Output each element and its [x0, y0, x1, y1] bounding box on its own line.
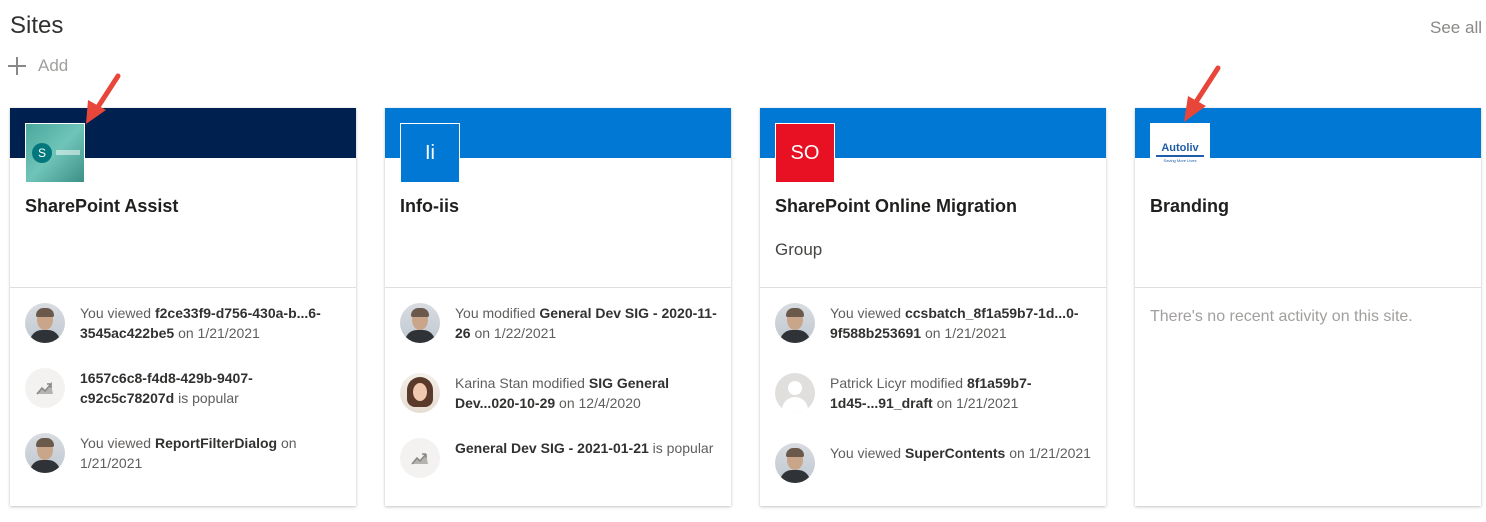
trending-icon	[400, 438, 440, 478]
empty-activity-message: There's no recent activity on this site.	[1150, 308, 1413, 325]
add-label: Add	[38, 56, 69, 75]
activity-item[interactable]: You viewed SuperContents on 1/21/2021	[775, 443, 1095, 485]
annotation-arrow-icon	[86, 73, 121, 124]
activity-text: General Dev SIG - 2021-01-21 is popular	[455, 440, 714, 456]
site-logo[interactable]: SO	[775, 123, 835, 183]
woman-avatar	[400, 373, 440, 413]
person-avatar	[400, 303, 440, 343]
site-title[interactable]: SharePoint Online Migration	[775, 196, 1017, 217]
page-title: Sites	[10, 12, 64, 39]
plus-icon	[8, 57, 26, 75]
divider	[10, 287, 356, 288]
see-all-link[interactable]: See all	[1430, 18, 1482, 38]
activity-text: You viewed f2ce33f9-d756-430a-b...6-3545…	[80, 305, 321, 341]
activity-item[interactable]: Karina Stan modified SIG General Dev...0…	[400, 373, 720, 415]
site-card-branding[interactable]: Autoliv Saving More Lives Branding There…	[1135, 108, 1481, 506]
divider	[1135, 287, 1481, 288]
activity-item[interactable]: You modified General Dev SIG - 2020-11-2…	[400, 303, 720, 345]
person-avatar	[25, 433, 65, 473]
person-avatar	[775, 443, 815, 483]
site-card-sharepoint-online-migration[interactable]: SO SharePoint Online Migration Group You…	[760, 108, 1106, 506]
activity-item[interactable]: 1657c6c8-f4d8-429b-9407-c92c5c78207d is …	[25, 368, 345, 410]
activity-text: 1657c6c8-f4d8-429b-9407-c92c5c78207d is …	[80, 370, 253, 406]
add-site-button[interactable]: Add	[8, 56, 68, 76]
trending-icon	[25, 368, 65, 408]
divider	[760, 287, 1106, 288]
site-card-info-iis[interactable]: Ii Info-iis You modified General Dev SIG…	[385, 108, 731, 506]
generic-avatar	[775, 373, 815, 413]
site-logo[interactable]: Autoliv Saving More Lives	[1150, 123, 1210, 183]
activity-item[interactable]: You viewed f2ce33f9-d756-430a-b...6-3545…	[25, 303, 345, 345]
activity-text: You viewed ccsbatch_8f1a59b7-1d...0-9f58…	[830, 305, 1079, 341]
activity-item[interactable]: You viewed ReportFilterDialog on 1/21/20…	[25, 433, 345, 475]
person-avatar	[775, 303, 815, 343]
sharepoint-logo-icon: S	[32, 143, 52, 163]
site-logo[interactable]: S	[25, 123, 85, 183]
site-card-sharepoint-assist[interactable]: S SharePoint Assist You viewed f2ce33f9-…	[10, 108, 356, 506]
activity-text: You viewed ReportFilterDialog on 1/21/20…	[80, 435, 297, 471]
site-logo[interactable]: Ii	[400, 123, 460, 183]
activity-text: Patrick Licyr modified 8f1a59b7-1d45-...…	[830, 375, 1032, 411]
activity-text: You modified General Dev SIG - 2020-11-2…	[455, 305, 717, 341]
activity-text: You viewed SuperContents on 1/21/2021	[830, 445, 1091, 461]
site-title[interactable]: SharePoint Assist	[25, 196, 178, 217]
site-title[interactable]: Branding	[1150, 196, 1229, 217]
activity-item[interactable]: General Dev SIG - 2021-01-21 is popular	[400, 438, 720, 480]
autoliv-logo: Autoliv Saving More Lives	[1151, 124, 1209, 182]
person-avatar	[25, 303, 65, 343]
site-title[interactable]: Info-iis	[400, 196, 459, 217]
divider	[385, 287, 731, 288]
annotation-arrow-icon	[1184, 65, 1221, 122]
activity-item[interactable]: Patrick Licyr modified 8f1a59b7-1d45-...…	[775, 373, 1095, 415]
activity-text: Karina Stan modified SIG General Dev...0…	[455, 375, 670, 411]
activity-item[interactable]: You viewed ccsbatch_8f1a59b7-1d...0-9f58…	[775, 303, 1095, 345]
site-subtitle: Group	[775, 240, 823, 259]
